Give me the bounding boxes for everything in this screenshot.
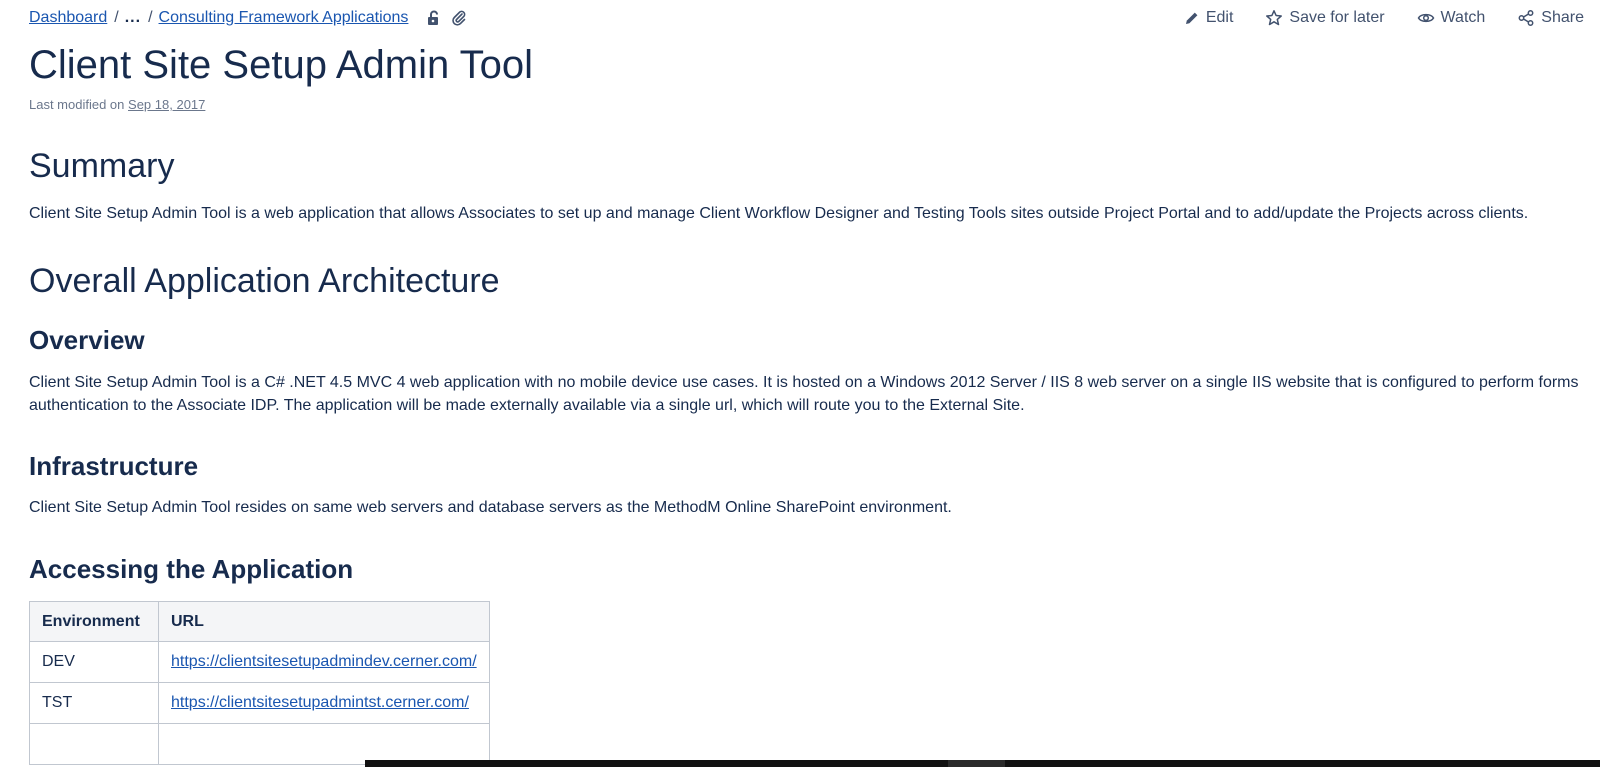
save-for-later-button[interactable]: Save for later	[1265, 9, 1385, 27]
url-cell	[158, 723, 490, 765]
unlock-icon[interactable]	[426, 10, 442, 26]
breadcrumb-ellipsis[interactable]: ...	[125, 9, 141, 27]
environment-cell: TST	[29, 682, 159, 724]
infrastructure-heading: Infrastructure	[29, 451, 199, 481]
summary-heading: Summary	[29, 147, 175, 185]
main-content: Client Site Setup Admin Tool Last modifi…	[29, 40, 1584, 765]
breadcrumb-consulting-framework-applications[interactable]: Consulting Framework Applications	[159, 9, 409, 27]
infrastructure-text: Client Site Setup Admin Tool resides on …	[29, 499, 952, 516]
architecture-heading: Overall Application Architecture	[29, 262, 500, 300]
watch-button[interactable]: Watch	[1417, 9, 1486, 27]
environment-cell	[29, 723, 159, 765]
breadcrumb-separator: /	[114, 9, 119, 26]
table-row	[29, 723, 490, 765]
scrollbar-thumb[interactable]	[948, 760, 1005, 767]
edit-label: Edit	[1205, 9, 1234, 26]
page: Dashboard / ... / Consulting Framework A…	[0, 0, 1600, 767]
column-header-environment: Environment	[29, 601, 159, 642]
last-modified: Last modified on Sep 18, 2017	[29, 97, 1584, 112]
url-cell: https://clientsitesetupadmindev.cerner.c…	[158, 641, 490, 683]
accessing-heading: Accessing the Application	[29, 554, 354, 584]
breadcrumb-separator: /	[148, 9, 153, 26]
top-bar: Dashboard / ... / Consulting Framework A…	[29, 7, 1584, 29]
share-label: Share	[1541, 9, 1584, 26]
table-row: TST https://clientsitesetupadmintst.cern…	[29, 682, 490, 724]
share-button[interactable]: Share	[1517, 9, 1584, 27]
url-link[interactable]: https://clientsitesetupadmindev.cerner.c…	[171, 653, 477, 670]
save-for-later-label: Save for later	[1289, 9, 1385, 26]
overview-text: Client Site Setup Admin Tool is a C# .NE…	[29, 374, 1579, 414]
environment-cell: DEV	[29, 641, 159, 683]
edit-button[interactable]: Edit	[1184, 9, 1234, 27]
last-modified-date-link[interactable]: Sep 18, 2017	[128, 97, 205, 112]
page-title: Client Site Setup Admin Tool	[29, 43, 534, 87]
column-header-url: URL	[158, 601, 490, 642]
url-link[interactable]: https://clientsitesetupadmintst.cerner.c…	[171, 694, 469, 711]
breadcrumb: Dashboard / ... / Consulting Framework A…	[29, 9, 467, 27]
last-modified-label: Last modified on	[29, 97, 125, 112]
eye-icon	[1417, 9, 1435, 27]
watch-label: Watch	[1440, 9, 1486, 26]
table-header-row: Environment URL	[29, 601, 490, 642]
breadcrumb-dashboard[interactable]: Dashboard	[29, 9, 107, 27]
attachment-icon[interactable]	[451, 10, 467, 26]
pencil-icon	[1184, 10, 1200, 26]
share-icon	[1517, 9, 1535, 27]
environments-table: Environment URL DEV https://clientsitese…	[29, 601, 490, 765]
page-actions: Edit Save for later Watch Share	[1184, 9, 1584, 27]
summary-text: Client Site Setup Admin Tool is a web ap…	[29, 205, 1529, 222]
url-cell: https://clientsitesetupadmintst.cerner.c…	[158, 682, 490, 724]
table-row: DEV https://clientsitesetupadmindev.cern…	[29, 641, 490, 683]
star-icon	[1265, 9, 1283, 27]
overview-heading: Overview	[29, 325, 145, 355]
